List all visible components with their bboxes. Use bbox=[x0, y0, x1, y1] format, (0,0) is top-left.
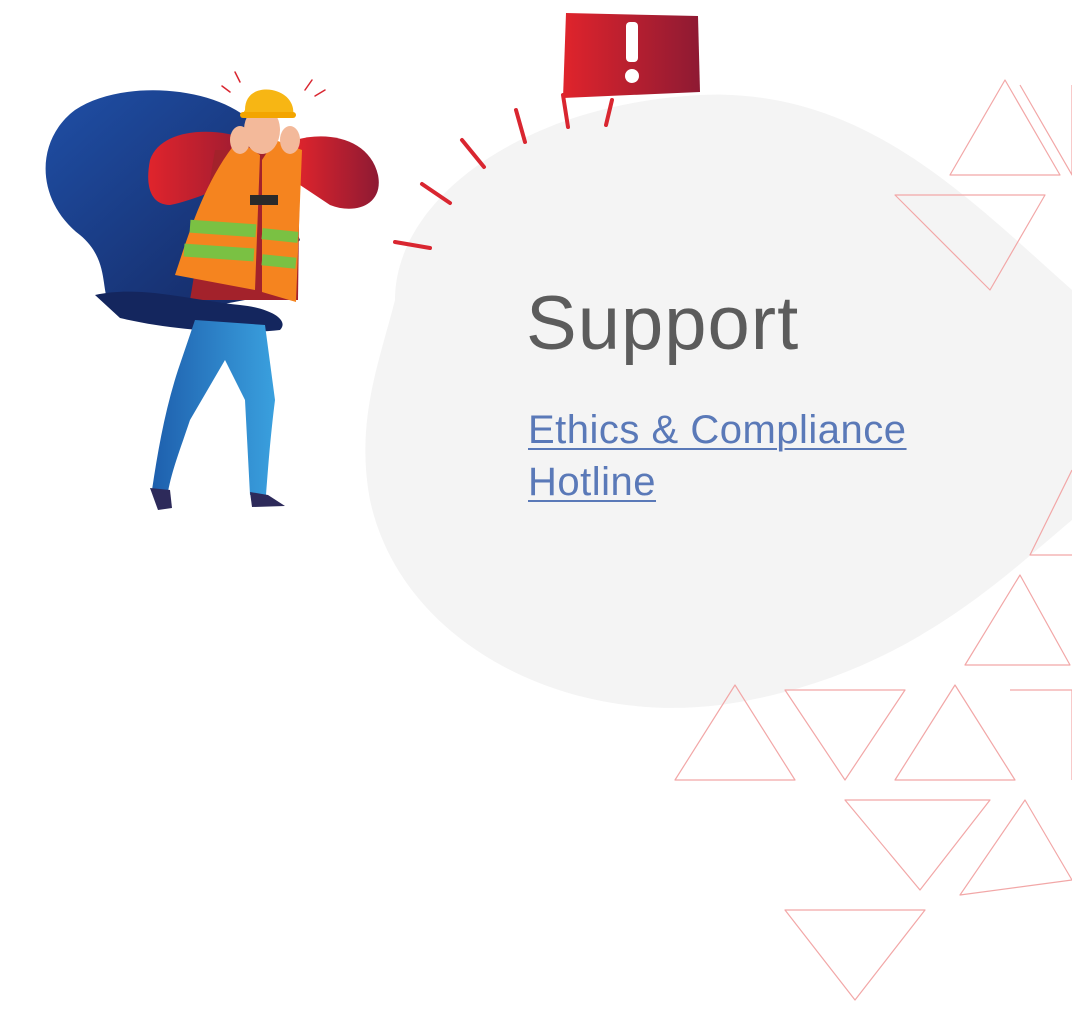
shoe-shape bbox=[250, 492, 285, 507]
exclamation-icon bbox=[626, 22, 638, 62]
ethics-hotline-link[interactable]: Ethics & Compliance Hotline bbox=[528, 404, 998, 508]
exclamation-icon bbox=[625, 69, 639, 83]
helmet-shape bbox=[242, 89, 294, 115]
vest-shape bbox=[262, 140, 302, 302]
hand-shape bbox=[230, 126, 250, 154]
vest-buckle bbox=[250, 195, 278, 205]
arms-shape bbox=[295, 136, 379, 209]
helmet-brim bbox=[240, 112, 296, 118]
shoe-shape bbox=[150, 488, 172, 510]
hand-shape bbox=[280, 126, 300, 154]
alert-sign bbox=[563, 13, 700, 98]
jeans-shape bbox=[152, 320, 275, 495]
page: Support Ethics & Compliance Hotline bbox=[0, 0, 1072, 1011]
page-title: Support bbox=[526, 281, 800, 366]
